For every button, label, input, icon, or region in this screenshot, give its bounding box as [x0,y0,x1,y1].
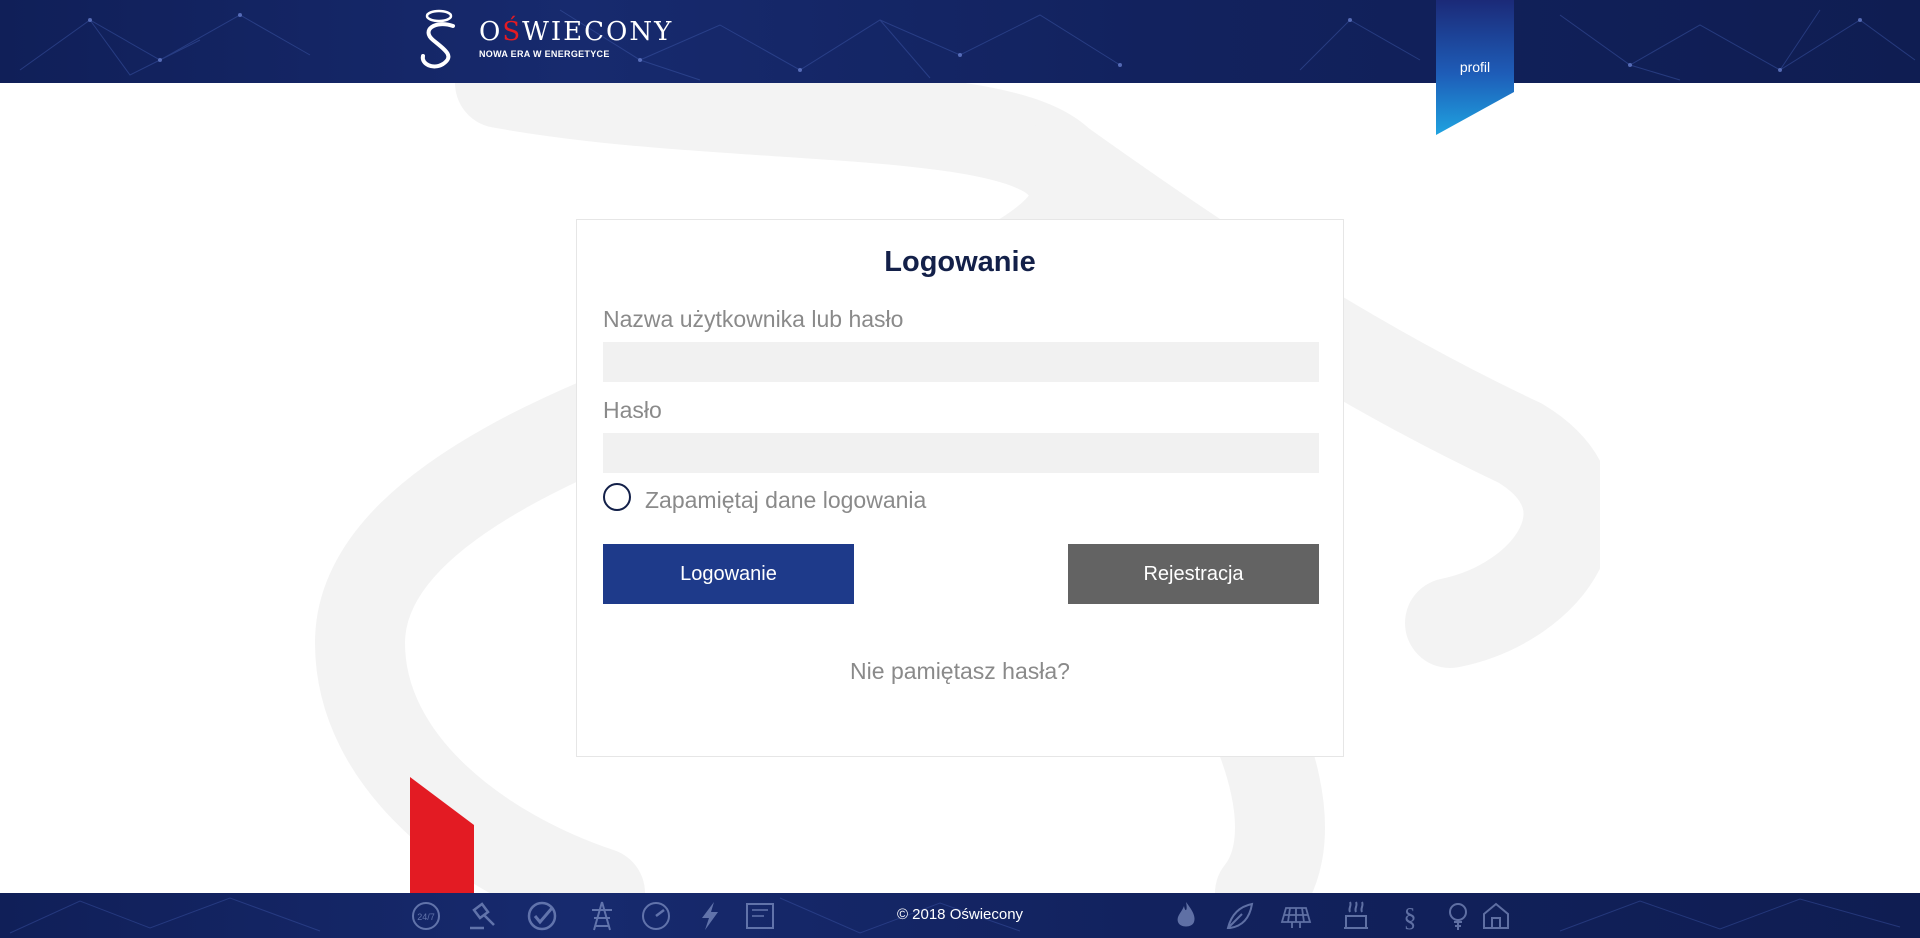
remember-me-label[interactable]: Zapamiętaj dane logowania [645,487,926,514]
house-icon [1483,902,1509,929]
site-header: OŚWIECONY NOWA ERA W ENERGETYCE [0,0,1920,83]
brand-name: OŚWIECONY [479,17,674,47]
login-button[interactable]: Logowanie [603,544,854,604]
bulb-icon [1449,903,1467,930]
profile-ribbon-button[interactable]: profil [1436,0,1514,135]
network-background-pattern [19,9,1916,81]
flame-icon [1177,902,1195,927]
site-footer: 24/7 © 2018 Oświecony § [0,893,1920,938]
profile-label: profil [1459,59,1491,75]
svg-text:§: § [1404,903,1417,932]
leaf-icon [1226,902,1254,929]
paragraph-icon: § [1404,903,1417,932]
login-title: Logowanie [884,246,1036,278]
username-input[interactable] [603,342,1319,382]
username-label: Nazwa użytkownika lub hasło [603,306,904,332]
remember-me-radio[interactable] [603,483,631,511]
footer-copyright: © 2018 Oświecony [896,906,1024,923]
password-input[interactable] [603,433,1319,473]
brand-swirl-icon [420,9,455,69]
heater-icon [1344,901,1368,929]
red-accent-shape [410,777,474,893]
register-button[interactable]: Rejestracja [1068,544,1319,604]
forgot-password-link[interactable]: Nie pamiętasz hasła? [577,658,1343,685]
brand-tagline: NOWA ERA W ENERGETYCE [479,49,610,59]
login-card: Logowanie Nazwa użytkownika lub hasło Ha… [576,219,1344,757]
solar-panel-icon [1280,907,1312,928]
password-label: Hasło [603,397,662,423]
brand-logo[interactable]: OŚWIECONY NOWA ERA W ENERGETYCE [415,8,673,70]
